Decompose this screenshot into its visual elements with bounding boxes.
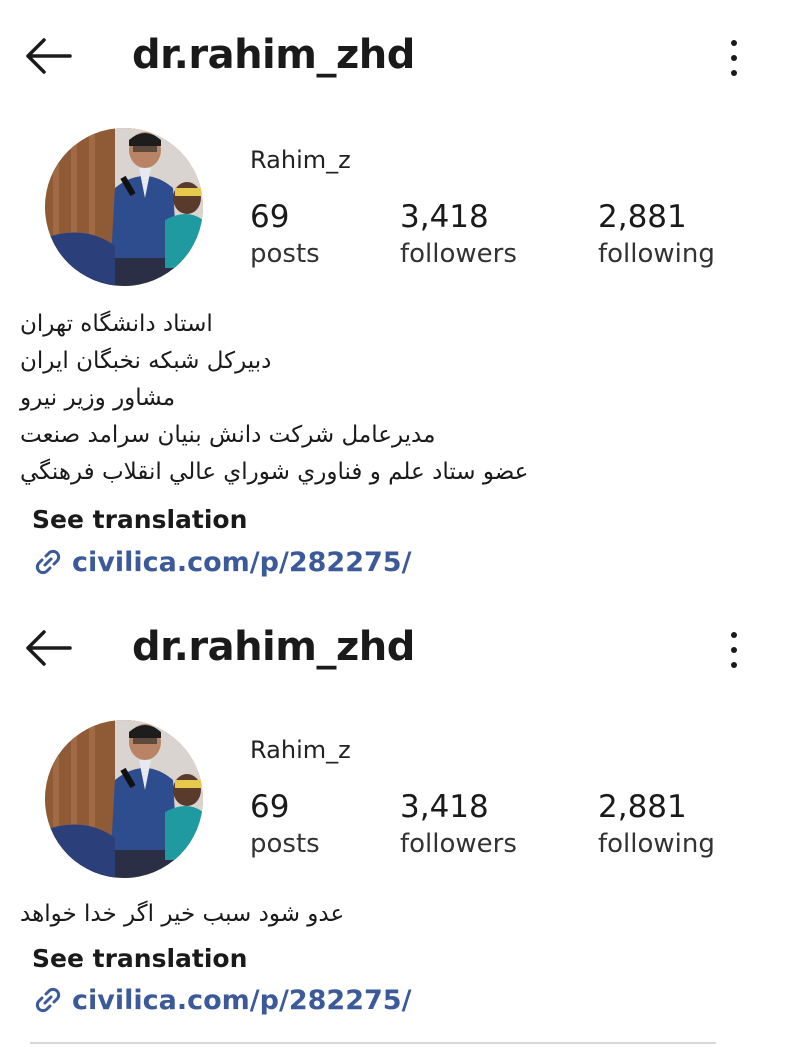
- bio-line: مدیرعامل شرکت دانش بنیان سرامد صنعت: [20, 422, 436, 448]
- profile-screen-bottom: dr.rahim_zhd Rahim_z 69 posts 3,418 foll…: [0, 590, 800, 1047]
- profile-link[interactable]: civilica.com/p/282275/: [32, 546, 411, 578]
- profile-username: dr.rahim_zhd: [132, 624, 415, 670]
- stat-posts-label: posts: [250, 829, 320, 859]
- stat-followers-count: 3,418: [400, 199, 489, 235]
- stat-followers-label: followers: [400, 829, 517, 859]
- stat-following-label: following: [598, 239, 715, 269]
- more-options-icon: [731, 40, 737, 46]
- stat-following-count: 2,881: [598, 789, 687, 825]
- profile-link[interactable]: civilica.com/p/282275/: [32, 984, 411, 1016]
- see-translation-button[interactable]: See translation: [32, 944, 247, 973]
- avatar-photo: [45, 128, 203, 286]
- more-options-button[interactable]: [722, 38, 746, 78]
- stat-following[interactable]: 2,881 following: [598, 788, 715, 862]
- stat-posts[interactable]: 69 posts: [250, 788, 320, 862]
- see-translation-button[interactable]: See translation: [32, 505, 247, 534]
- back-arrow-icon: [26, 630, 72, 666]
- avatar-photo: [45, 720, 203, 878]
- profile-link-text: civilica.com/p/282275/: [72, 984, 412, 1016]
- stat-following-label: following: [598, 829, 715, 859]
- profile-display-name: Rahim_z: [250, 146, 351, 174]
- stat-posts-count: 69: [250, 789, 290, 825]
- more-options-icon: [731, 632, 737, 638]
- profile-screen-top: dr.rahim_zhd Rahim_z 69 posts 3,418 foll…: [0, 0, 800, 600]
- profile-avatar[interactable]: [45, 720, 203, 878]
- profile-link-text: civilica.com/p/282275/: [72, 546, 412, 578]
- profile-bio: استاد دانشگاه تهران دبیرکل شبکه نخبگان ا…: [20, 306, 575, 491]
- stat-posts[interactable]: 69 posts: [250, 198, 320, 272]
- stat-posts-count: 69: [250, 199, 290, 235]
- stat-followers-label: followers: [400, 239, 517, 269]
- stat-following-count: 2,881: [598, 199, 687, 235]
- profile-username: dr.rahim_zhd: [132, 32, 415, 78]
- profile-bio: عدو شود سبب خیر اگر خدا خواهد: [20, 896, 400, 933]
- stat-posts-label: posts: [250, 239, 320, 269]
- profile-avatar[interactable]: [45, 128, 203, 286]
- link-icon: [35, 549, 61, 575]
- back-arrow-icon: [26, 38, 72, 74]
- back-button[interactable]: [22, 36, 74, 76]
- back-button[interactable]: [22, 628, 74, 668]
- bio-line: مشاور وزیر نیرو: [20, 385, 176, 411]
- stat-following[interactable]: 2,881 following: [598, 198, 715, 272]
- divider: [30, 1042, 716, 1044]
- stat-followers[interactable]: 3,418 followers: [400, 198, 517, 272]
- stat-followers[interactable]: 3,418 followers: [400, 788, 517, 862]
- stat-followers-count: 3,418: [400, 789, 489, 825]
- bio-line: دبیرکل شبکه نخبگان ایران: [20, 348, 272, 374]
- bio-line: عدو شود سبب خیر اگر خدا خواهد: [20, 901, 345, 927]
- profile-display-name: Rahim_z: [250, 736, 351, 764]
- bio-line: استاد دانشگاه تهران: [20, 311, 213, 337]
- link-icon: [35, 987, 61, 1013]
- more-options-button[interactable]: [722, 630, 746, 670]
- bio-line: عضو ستاد علم و فناوري شوراي عالي انقلاب …: [20, 459, 529, 485]
